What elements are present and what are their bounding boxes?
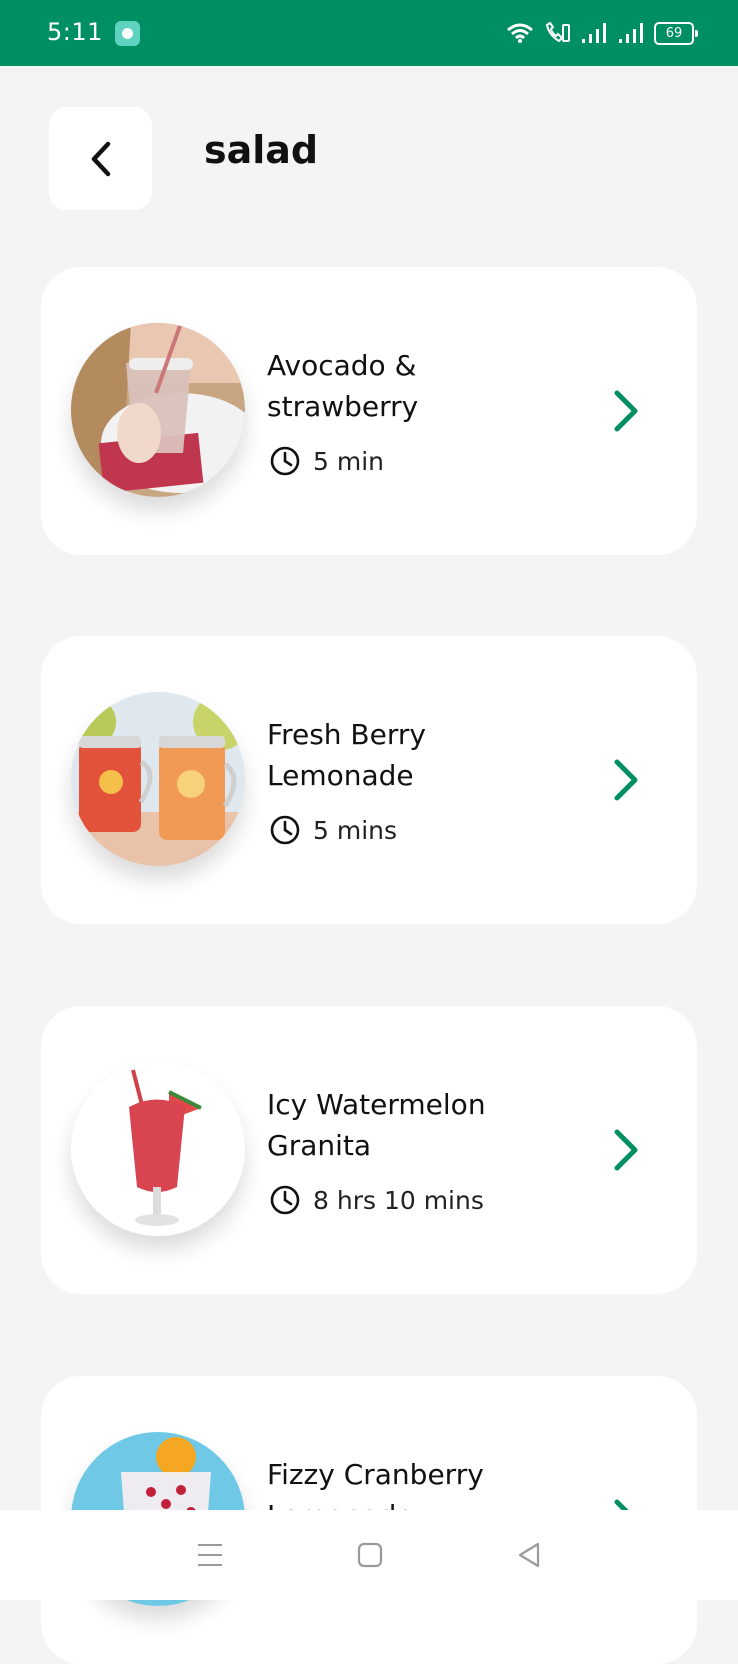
app-notification-icon — [115, 21, 140, 46]
wifi-calling-icon — [543, 21, 571, 45]
clock-icon — [270, 815, 300, 845]
recipe-card[interactable]: Fresh Berry Lemonade 5 mins — [41, 636, 697, 924]
recipe-meta: 8 hrs 10 mins — [269, 1184, 484, 1216]
clock-icon — [270, 1185, 300, 1215]
page-title: salad — [204, 128, 319, 172]
recipe-image — [71, 1062, 245, 1236]
recipe-name: Avocado & strawberry — [267, 349, 419, 423]
recipe-image — [71, 692, 245, 866]
recipe-card[interactable]: Icy Watermelon Granita 8 hrs 10 mins — [41, 1006, 697, 1294]
home-icon[interactable] — [357, 1542, 383, 1568]
chevron-left-icon — [91, 141, 110, 176]
recipe-meta: 5 mins — [269, 814, 397, 846]
status-time: 5:11 — [47, 18, 103, 46]
chevron-right-icon[interactable] — [611, 758, 641, 802]
back-triangle-icon[interactable] — [516, 1541, 542, 1569]
clock-icon — [270, 446, 300, 476]
back-button[interactable] — [49, 107, 152, 210]
signal-icon — [580, 22, 608, 44]
recipe-time: 8 hrs 10 mins — [313, 1185, 484, 1215]
chevron-right-icon[interactable] — [611, 1128, 641, 1172]
wifi-icon — [506, 22, 534, 44]
recipe-card[interactable]: Avocado & strawberry 5 min — [41, 267, 697, 555]
recipe-name: Icy Watermelon Granita — [267, 1088, 486, 1162]
recipe-image — [71, 323, 245, 497]
recipe-time: 5 min — [313, 446, 384, 476]
recipe-name: Fresh Berry Lemonade — [267, 718, 426, 792]
menu-icon[interactable] — [196, 1542, 224, 1568]
signal-icon — [617, 22, 645, 44]
status-bar: 5:11 69 — [0, 0, 738, 66]
recipe-meta: 5 min — [269, 445, 384, 477]
battery-icon: 69 — [654, 21, 698, 45]
chevron-right-icon[interactable] — [611, 389, 641, 433]
system-nav-bar — [0, 1510, 738, 1600]
status-icons: 69 — [506, 17, 698, 49]
recipe-time: 5 mins — [313, 815, 398, 845]
